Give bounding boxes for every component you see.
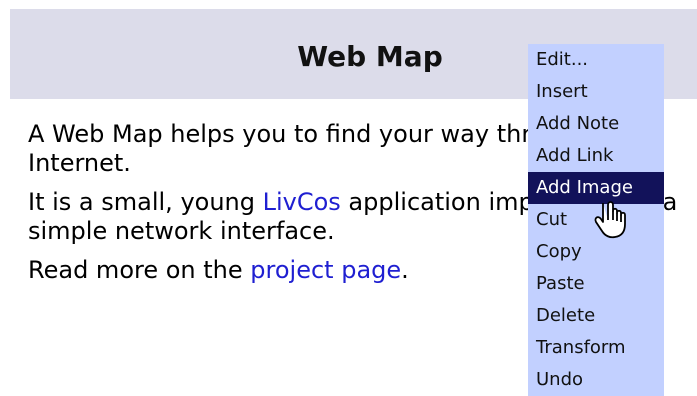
menu-item-copy[interactable]: Copy [528, 236, 664, 268]
menu-item-edit[interactable]: Edit... [528, 44, 664, 76]
paragraph-read-more-suffix: . [401, 256, 409, 284]
paragraph-description-prefix: It is a small, young [28, 188, 263, 216]
menu-item-cut[interactable]: Cut [528, 204, 664, 236]
menu-item-paste[interactable]: Paste [528, 268, 664, 300]
menu-item-add-note[interactable]: Add Note [528, 108, 664, 140]
menu-item-undo[interactable]: Undo [528, 364, 664, 396]
paragraph-read-more-prefix: Read more on the [28, 256, 251, 284]
project-page-link[interactable]: project page [250, 256, 401, 284]
context-menu: Edit... Insert Add Note Add Link Add Ima… [528, 44, 664, 396]
menu-item-add-image[interactable]: Add Image [528, 172, 664, 204]
menu-item-transform[interactable]: Transform [528, 332, 664, 364]
menu-item-add-link[interactable]: Add Link [528, 140, 664, 172]
livcos-link[interactable]: LivCos [263, 188, 341, 216]
menu-item-delete[interactable]: Delete [528, 300, 664, 332]
menu-item-insert[interactable]: Insert [528, 76, 664, 108]
